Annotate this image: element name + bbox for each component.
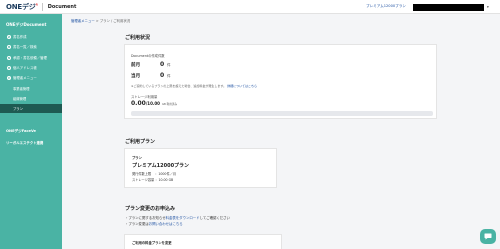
usage-section-title: ご利用状況 [125, 35, 151, 41]
plan-section-title: ご利用プラン [125, 139, 156, 145]
sidebar-item-label: 書名一覧／検索 [13, 45, 37, 49]
app-logo[interactable]: ONEデジR Document [6, 2, 76, 12]
prev-month-label: 前月 [131, 63, 141, 68]
prev-month-unit: 件 [167, 63, 171, 67]
price-table-download-link[interactable]: 料金表をダウンロード [166, 216, 200, 220]
curr-month-label: 当月 [131, 74, 141, 79]
plan-row-storage: ストレージ容量 ：10.00 GB [132, 177, 173, 182]
sidebar-subitem-organization[interactable]: 組織管理 [0, 94, 62, 103]
sidebar-section-faceve[interactable]: ONEデジFaceVe [6, 129, 36, 134]
plan-row-limit: 発行件数上限 ：1000件／月 [132, 171, 176, 176]
top-header: ONEデジR Document プレミアム12000プラン ▾ [0, 0, 500, 14]
sidebar: ONEデジDocument ✎ 書名作成 ⌕ 書名一覧／検索 ✓ 承認・書名依頼… [0, 14, 62, 249]
logo-divider [41, 3, 43, 11]
current-plan-link[interactable]: プレミアム12000プラン [366, 4, 406, 9]
chat-support-button[interactable] [480, 229, 496, 244]
curr-month-unit: 件 [167, 74, 171, 78]
usage-note: ※ご契約しているプランの上限を超えた場合、追加料金が発生します。 詳細については… [131, 84, 257, 88]
search-icon: ⌕ [7, 44, 11, 49]
contact-link[interactable]: お問い合わせはこちら [149, 222, 183, 226]
app-title: Document [47, 4, 77, 10]
sidebar-item-list[interactable]: ⌕ 書名一覧／検索 [0, 42, 62, 51]
address-book-icon: • [7, 65, 11, 70]
breadcrumb: 管理者メニュー > プラン / ご利用状況 [71, 18, 130, 23]
storage-label: ストレージ利用量 [131, 95, 158, 99]
pen-icon: ✎ [7, 34, 11, 39]
plan-row-key: ストレージ容量 [132, 178, 155, 182]
sidebar-item-address-book[interactable]: • 個人アドレス帳 [0, 63, 62, 72]
plan-row-value: ：10.00 GB [155, 178, 174, 182]
sidebar-section-legal[interactable]: リーガルエステクト連携 [6, 140, 43, 145]
plan-row-key: 発行件数上限 [132, 172, 152, 176]
storage-usage-value: 0.00/10.00 GB 利用済み [131, 100, 178, 107]
sidebar-item-label: 管理者メニュー [13, 76, 37, 80]
doc-count-label: Documentの作成件数 [131, 54, 165, 58]
plan-row-value: ：1000件／月 [155, 172, 177, 176]
change-plan-card: ご利用の料金プランを変更 [124, 234, 282, 249]
sidebar-item-label: 個人アドレス帳 [13, 66, 37, 70]
plan-card: プラン プレミアム12000プラン 発行件数上限 ：1000件／月 ストレージ容… [124, 148, 277, 188]
sidebar-item-label: 承認・書名依頼／管理 [13, 56, 47, 60]
change-bullet-1: ・プランに関するお知らせ料金表をダウンロードしてご確認ください [125, 216, 230, 220]
user-account-menu[interactable] [413, 4, 484, 11]
breadcrumb-current: プラン / ご利用状況 [99, 19, 131, 23]
plan-name: プレミアム12000プラン [132, 163, 190, 169]
sidebar-subitem-business[interactable]: 事業者管理 [0, 84, 62, 93]
change-bullet-2: ・プラン変更はお問い合わせはこちら [125, 222, 183, 226]
gear-icon: ⚙ [7, 75, 11, 80]
breadcrumb-separator: > [95, 19, 99, 23]
sidebar-item-approve[interactable]: ✓ 承認・書名依頼／管理 [0, 53, 62, 62]
change-section-title: プラン変更のお申込み [125, 206, 176, 212]
chat-icon [484, 233, 492, 240]
curr-month-value: 0 [160, 72, 165, 79]
plan-label: プラン [132, 156, 142, 160]
logo-mark: ONEデジR [6, 2, 38, 11]
usage-card: Documentの作成件数 前月 0 件 当月 0 件 ※ご契約しているプランの… [124, 44, 437, 119]
sidebar-item-admin[interactable]: ⚙ 管理者メニュー [0, 73, 62, 82]
prev-month-value: 0 [160, 61, 165, 68]
sidebar-subitem-plan[interactable]: プラン [0, 104, 62, 113]
sidebar-item-create[interactable]: ✎ 書名作成 [0, 32, 62, 41]
storage-progress-bar [131, 111, 433, 116]
approve-icon: ✓ [7, 55, 11, 60]
chevron-down-icon[interactable]: ▾ [487, 5, 489, 9]
change-plan-label: ご利用の料金プランを変更 [132, 241, 172, 245]
sidebar-title[interactable]: ONEデジDocument [6, 22, 46, 28]
usage-detail-link[interactable]: 詳細についてはこちら [227, 84, 257, 88]
sidebar-item-label: 書名作成 [13, 35, 27, 39]
breadcrumb-admin-link[interactable]: 管理者メニュー [71, 19, 95, 23]
